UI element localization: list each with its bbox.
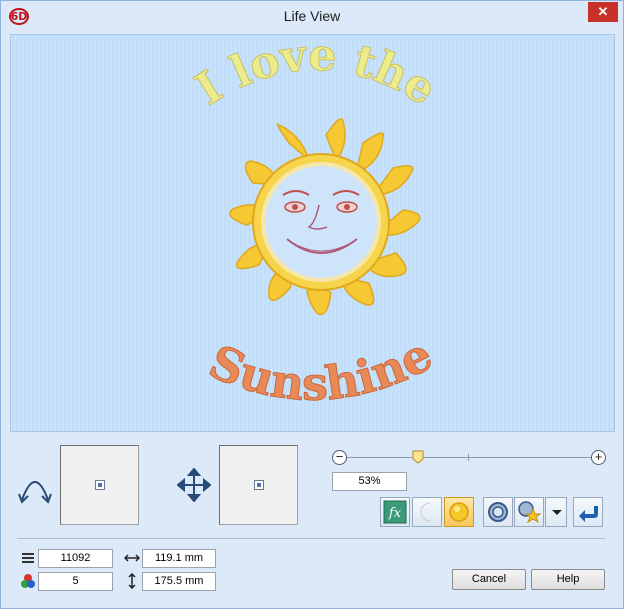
move-arrows-icon [177, 468, 211, 502]
width-field: 119.1 mm [142, 549, 216, 568]
rotate-handle[interactable] [95, 480, 105, 490]
close-button[interactable]: ✕ [588, 2, 618, 22]
sun-icon [449, 502, 469, 522]
height-field: 175.5 mm [142, 572, 216, 591]
favorites-dropdown-button[interactable] [545, 497, 567, 527]
title-bar[interactable]: 6D Life View ✕ [1, 1, 623, 32]
back-button[interactable] [573, 497, 603, 527]
separator-line [17, 538, 605, 539]
zoom-in-button[interactable]: + [591, 450, 606, 465]
rotate-navigator[interactable] [60, 445, 139, 525]
fx-icon: fx [383, 500, 407, 524]
zoom-value-field[interactable]: 53% [332, 472, 407, 491]
design-top-text: I love the [187, 35, 445, 116]
rotate-arc-icon [18, 481, 52, 504]
horizontal-arrow-icon [124, 554, 140, 562]
move-navigator[interactable] [219, 445, 298, 525]
stitch-lines-icon [22, 553, 34, 563]
hoop-icon [488, 502, 508, 522]
zoom-slider-tick [468, 454, 469, 461]
zoom-out-button[interactable]: − [332, 450, 347, 465]
zoom-slider-track[interactable] [347, 457, 591, 458]
effects-button[interactable]: fx [380, 497, 410, 527]
stitch-count-field: 11092 [38, 549, 113, 568]
cancel-button[interactable]: Cancel [452, 569, 526, 590]
return-arrow-icon [579, 506, 598, 522]
help-button[interactable]: Help [531, 569, 605, 590]
day-mode-button[interactable] [444, 497, 474, 527]
color-count-field: 5 [38, 572, 113, 591]
design-preview[interactable]: I love the Sunshine [10, 34, 615, 432]
sun-face [252, 153, 390, 291]
night-mode-button[interactable] [412, 497, 442, 527]
fabric-button[interactable] [483, 497, 513, 527]
zoom-slider-thumb[interactable] [412, 450, 424, 464]
embroidery-design: I love the Sunshine [186, 35, 445, 411]
color-dots-icon [21, 574, 35, 588]
move-handle[interactable] [254, 480, 264, 490]
svg-text:fx: fx [388, 506, 402, 521]
design-bottom-text: Sunshine [202, 327, 441, 411]
window-title: Life View [283, 8, 341, 24]
hoop-star-icon [518, 501, 541, 524]
life-view-window: 6D Life View ✕ I love the Sunshine − + 5… [0, 0, 624, 609]
moon-icon [420, 502, 431, 522]
favorites-button[interactable] [514, 497, 544, 527]
vertical-arrow-icon [128, 573, 136, 589]
